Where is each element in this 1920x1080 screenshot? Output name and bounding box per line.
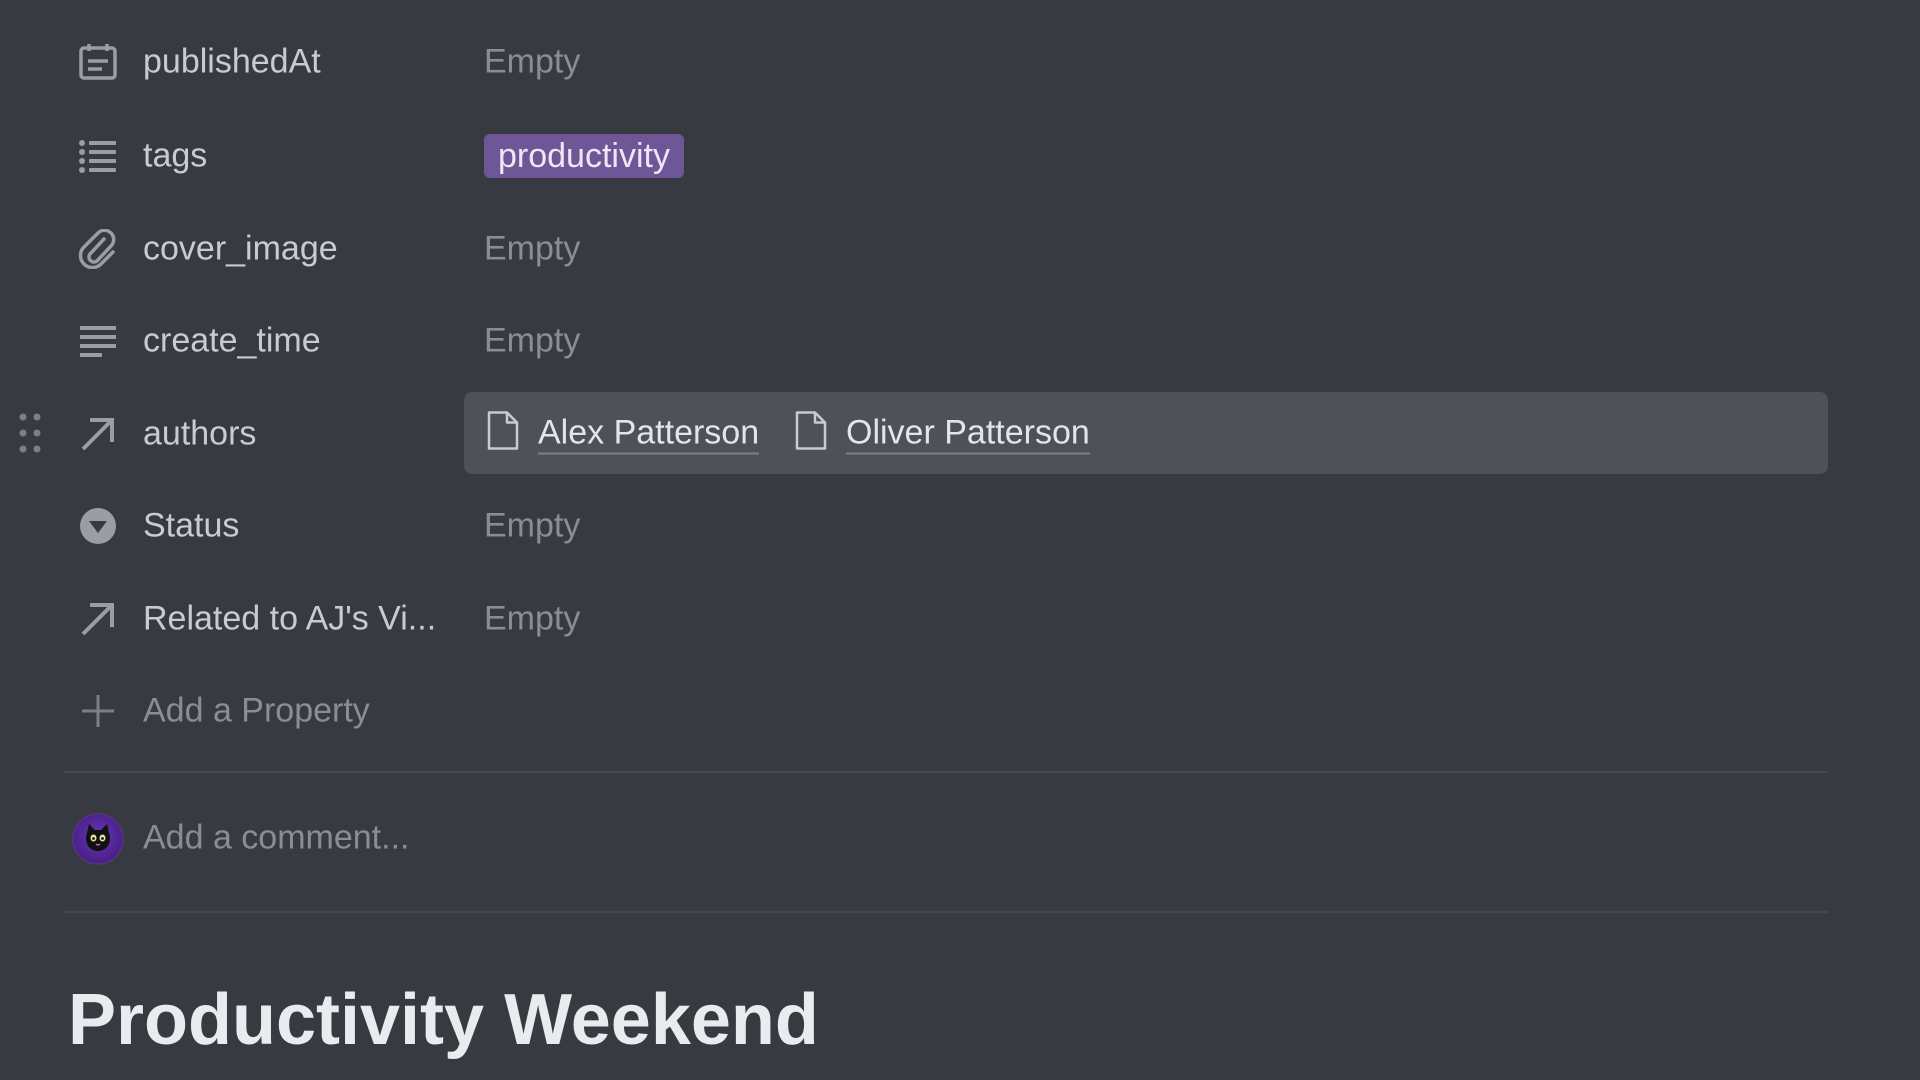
property-name[interactable]: authors (143, 415, 256, 454)
authors-value-cell[interactable]: Alex Patterson Oliver Patterson (464, 392, 1828, 474)
property-value-empty[interactable]: Empty (484, 322, 580, 361)
author-link[interactable]: Oliver Patterson (794, 410, 1090, 457)
author-name[interactable]: Alex Patterson (538, 412, 760, 454)
property-row-status[interactable]: Status Empty (0, 483, 1920, 569)
add-property-label[interactable]: Add a Property (143, 692, 370, 731)
avatar (72, 813, 124, 865)
property-value-empty[interactable]: Empty (484, 43, 580, 82)
page-icon (486, 410, 520, 457)
property-name[interactable]: create_time (143, 322, 321, 361)
relation-arrow-icon (76, 412, 120, 456)
page-title[interactable]: Productivity Weekend (68, 975, 819, 1065)
tag-productivity[interactable]: productivity (484, 134, 684, 178)
property-row-tags[interactable]: tags productivity (0, 113, 1920, 199)
property-row-related[interactable]: Related to AJ's Vi... Empty (0, 576, 1920, 662)
author-name[interactable]: Oliver Patterson (846, 412, 1090, 454)
relation-arrow-icon (76, 597, 120, 641)
divider (64, 771, 1828, 773)
property-value-empty[interactable]: Empty (484, 600, 580, 639)
property-value-empty[interactable]: Empty (484, 507, 580, 546)
property-name[interactable]: Status (143, 507, 239, 546)
property-row-publishedat[interactable]: publishedAt Empty (0, 19, 1920, 105)
property-row-cover-image[interactable]: cover_image Empty (0, 206, 1920, 292)
list-icon (76, 134, 120, 178)
add-property-button[interactable]: Add a Property (0, 668, 1920, 754)
plus-icon (76, 689, 120, 733)
calendar-icon (76, 40, 120, 84)
divider (64, 911, 1828, 913)
property-value-empty[interactable]: Empty (484, 230, 580, 269)
comment-row[interactable]: Add a comment... (0, 795, 1920, 881)
page-icon (794, 410, 828, 457)
page-properties-panel: publishedAt Empty tags productivity cove… (0, 0, 1920, 1080)
text-lines-icon (76, 319, 120, 363)
property-name[interactable]: Related to AJ's Vi... (143, 600, 436, 639)
property-row-create-time[interactable]: create_time Empty (0, 298, 1920, 384)
property-name[interactable]: tags (143, 137, 207, 176)
paperclip-icon (76, 227, 120, 271)
comment-input[interactable]: Add a comment... (143, 819, 409, 858)
property-name[interactable]: publishedAt (143, 43, 321, 82)
status-chevron-icon (76, 504, 120, 548)
property-name[interactable]: cover_image (143, 230, 338, 269)
author-link[interactable]: Alex Patterson (486, 410, 760, 457)
